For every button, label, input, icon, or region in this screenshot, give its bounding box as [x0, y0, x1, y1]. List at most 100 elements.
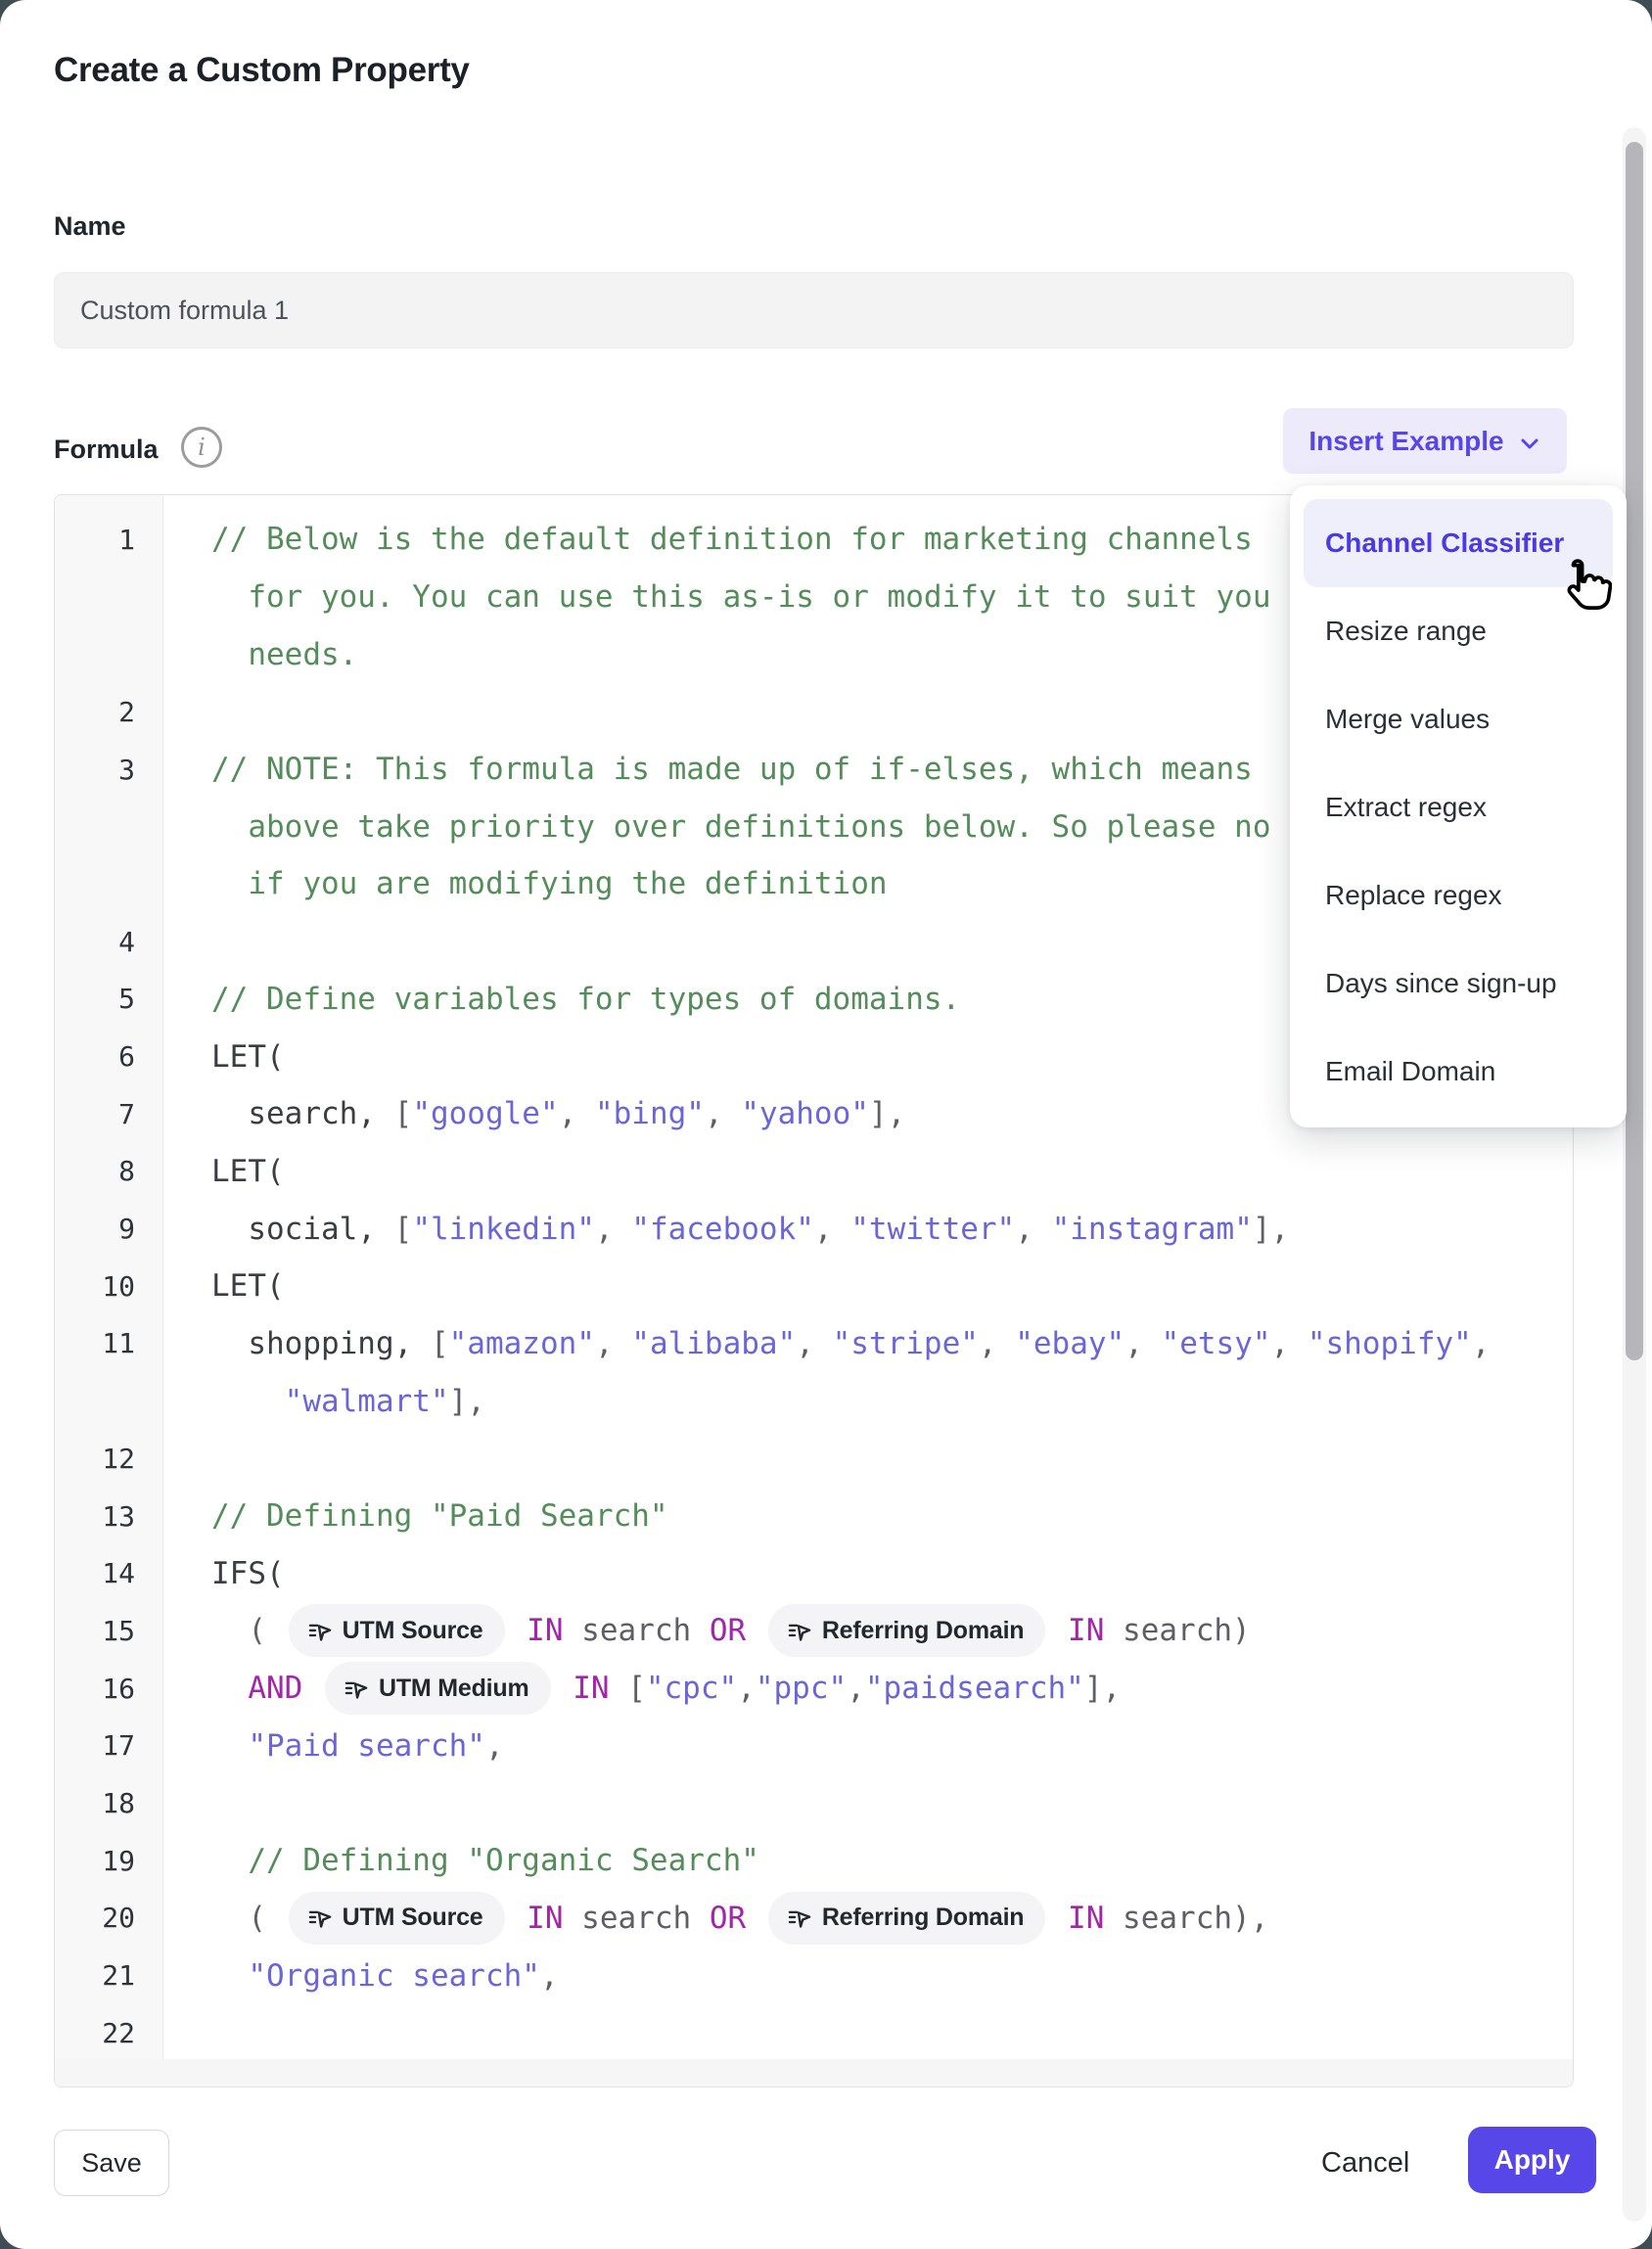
property-chip-label: Referring Domain [822, 1904, 1025, 1932]
code-line[interactable]: // Defining "Organic Search" [162, 1843, 1573, 1878]
code-token: ], [869, 1096, 905, 1131]
insert-example-label: Insert Example [1308, 426, 1503, 457]
cancel-button[interactable]: Cancel [1302, 2130, 1429, 2196]
code-line[interactable]: shopping, ["amazon", "alibaba", "stripe"… [162, 1326, 1573, 1361]
code-token: "walmart" [285, 1384, 449, 1419]
code-token: // Define variables for types of domains… [211, 982, 960, 1017]
modal-scrollbar-thumb[interactable] [1626, 142, 1643, 1360]
code-token: if you are modifying the definition [211, 866, 888, 901]
code-line[interactable]: ( UTM Source IN search OR Referring Doma… [162, 1612, 1573, 1649]
info-icon: i [181, 427, 222, 468]
name-label: Name [54, 211, 126, 242]
code-token: "paidsearch" [865, 1671, 1084, 1706]
name-input[interactable] [54, 272, 1574, 348]
code-token: "yahoo" [741, 1096, 869, 1131]
code-token: [ [394, 1212, 413, 1247]
code-line[interactable]: "walmart"], [162, 1384, 1573, 1419]
chevron-down-icon [1518, 432, 1541, 455]
menu-item-days-since-sign-up[interactable]: Days since sign-up [1304, 940, 1613, 1028]
code-token: [ [394, 1096, 413, 1131]
code-token: IN [555, 1671, 628, 1706]
menu-item-channel-classifier[interactable]: Channel Classifier [1304, 499, 1613, 587]
menu-item-resize-range[interactable]: Resize range [1304, 587, 1613, 675]
code-row: 8 LET( [55, 1143, 1573, 1201]
property-chip[interactable]: UTM Source [289, 1604, 505, 1657]
code-token: // Defining "Paid Search" [211, 1498, 668, 1534]
code-line[interactable]: "Organic search", [162, 1958, 1573, 1994]
menu-item-replace-regex[interactable]: Replace regex [1304, 851, 1613, 940]
code-token: , [737, 1671, 756, 1706]
code-token: OR [710, 1613, 764, 1648]
code-token: // Defining "Organic Search" [211, 1843, 759, 1878]
code-token: ( [211, 1901, 285, 1936]
create-custom-property-modal: Create a Custom Property Name Formula i … [0, 0, 1652, 2249]
line-number: 20 [55, 1902, 162, 1934]
code-token: , [1271, 1326, 1308, 1361]
code-row: 22 [55, 2004, 1573, 2062]
code-line[interactable]: IFS( [162, 1556, 1573, 1591]
property-icon [343, 1675, 369, 1702]
code-row: 9 social, ["linkedin", "facebook", "twit… [55, 1200, 1573, 1258]
save-button[interactable]: Save [54, 2130, 169, 2196]
code-line[interactable]: AND UTM Medium IN ["cpc","ppc","paidsear… [162, 1670, 1573, 1707]
property-icon [306, 1618, 333, 1644]
property-chip[interactable]: Referring Domain [768, 1892, 1046, 1945]
code-token: IFS( [211, 1556, 285, 1591]
line-number: 16 [55, 1673, 162, 1705]
code-line[interactable]: LET( [162, 1268, 1573, 1304]
property-chip[interactable]: UTM Source [289, 1892, 505, 1945]
property-icon [786, 1618, 812, 1644]
code-token: , [595, 1326, 631, 1361]
code-token: OR [710, 1901, 764, 1936]
code-token: "shopify" [1308, 1326, 1472, 1361]
code-line[interactable]: ( UTM Source IN search OR Referring Doma… [162, 1900, 1573, 1937]
code-token: LET( [211, 1039, 285, 1075]
code-token: shopping, [211, 1326, 431, 1361]
code-token: IN [1049, 1901, 1104, 1936]
code-token: search [564, 1901, 710, 1936]
line-number: 10 [55, 1270, 162, 1303]
code-token: needs. [211, 637, 357, 672]
code-token: "twitter" [850, 1212, 1015, 1247]
code-token: IN [509, 1613, 564, 1648]
code-row: 12 [55, 1430, 1573, 1488]
line-number: 9 [55, 1213, 162, 1245]
apply-button[interactable]: Apply [1468, 2127, 1596, 2193]
code-token: LET( [211, 1268, 285, 1304]
code-row: 20 ( UTM Source IN search OR Referring D… [55, 1890, 1573, 1948]
code-token: , [559, 1096, 595, 1131]
property-chip-label: Referring Domain [822, 1617, 1025, 1645]
property-chip[interactable]: UTM Medium [325, 1662, 551, 1715]
code-token: ( [211, 1613, 285, 1648]
code-token: AND [211, 1671, 321, 1706]
code-token: search, [211, 1096, 394, 1131]
code-token: , [796, 1326, 832, 1361]
code-token: , [1472, 1326, 1491, 1361]
code-row: 18 [55, 1774, 1573, 1832]
editor-horizontal-scrollbar[interactable] [55, 2059, 1573, 2087]
code-line[interactable]: social, ["linkedin", "facebook", "twitte… [162, 1212, 1573, 1247]
property-chip-label: UTM Source [343, 1904, 483, 1932]
property-chip[interactable]: Referring Domain [768, 1604, 1046, 1657]
code-token: "etsy" [1162, 1326, 1271, 1361]
code-line[interactable]: "Paid search", [162, 1728, 1573, 1764]
code-token: , [485, 1728, 504, 1764]
code-token: LET( [211, 1154, 285, 1189]
code-line[interactable]: // Defining "Paid Search" [162, 1498, 1573, 1534]
code-line[interactable]: LET( [162, 1154, 1573, 1189]
code-token: [ [431, 1326, 449, 1361]
code-token: , [1124, 1326, 1161, 1361]
line-number: 6 [55, 1040, 162, 1073]
code-row: 19 // Defining "Organic Search" [55, 1832, 1573, 1890]
code-token: IN [509, 1901, 564, 1936]
property-chip-label: UTM Source [343, 1617, 483, 1645]
menu-item-extract-regex[interactable]: Extract regex [1304, 763, 1613, 851]
code-token: "Organic search" [211, 1958, 540, 1994]
insert-example-menu: Channel ClassifierResize rangeMerge valu… [1290, 485, 1627, 1127]
code-token: , [595, 1212, 631, 1247]
insert-example-button[interactable]: Insert Example [1283, 408, 1567, 474]
line-number: 18 [55, 1787, 162, 1819]
line-number: 8 [55, 1155, 162, 1187]
menu-item-email-domain[interactable]: Email Domain [1304, 1028, 1613, 1116]
menu-item-merge-values[interactable]: Merge values [1304, 675, 1613, 763]
